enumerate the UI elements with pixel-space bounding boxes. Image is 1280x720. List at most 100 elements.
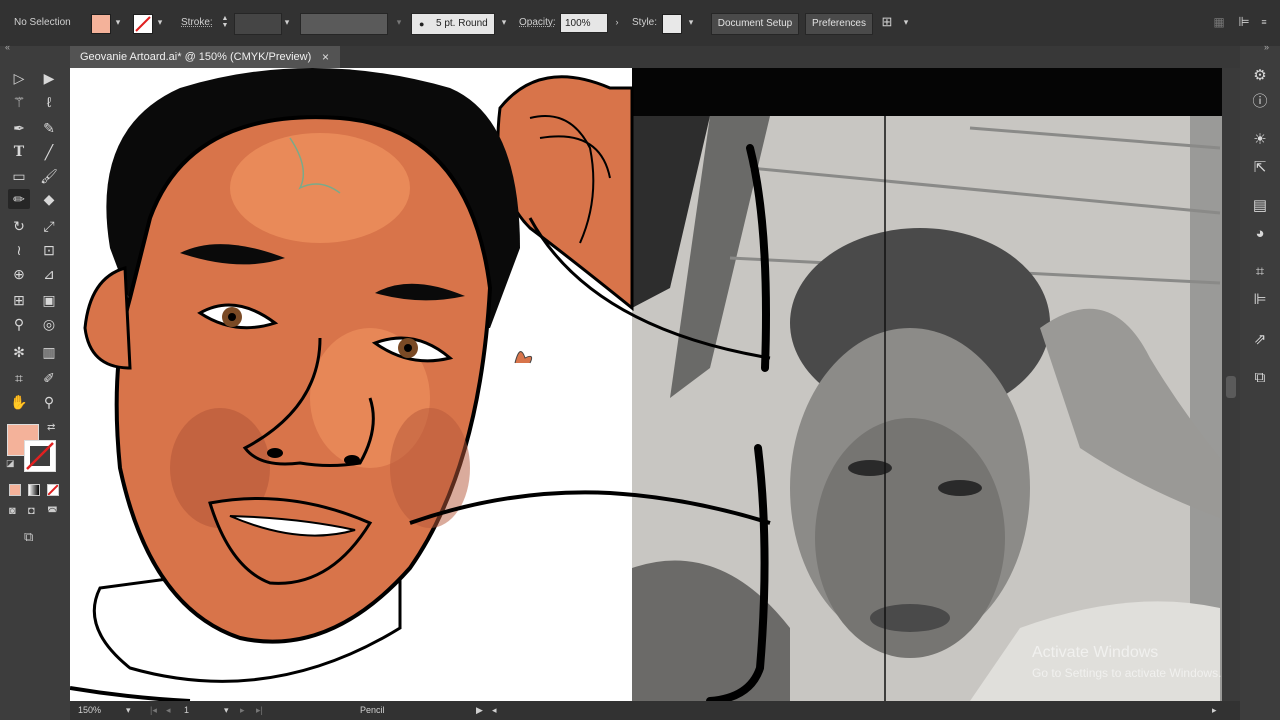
rotate-tool-icon[interactable]: ↻ (8, 216, 30, 236)
paintbrush-tool-icon[interactable]: 🖌 (38, 166, 60, 186)
properties-icon[interactable]: ⚙ (1250, 66, 1270, 86)
eraser-tool-icon[interactable]: ◆ (38, 189, 60, 209)
arrange-documents-icon[interactable]: ⊞ (881, 15, 893, 29)
draw-behind-icon[interactable]: ◘ (28, 505, 35, 517)
gradient-mode-icon[interactable] (28, 484, 40, 496)
opacity-caret[interactable]: › (611, 15, 623, 29)
export-icon[interactable]: ⇱ (1250, 158, 1270, 178)
artboard-tool-icon[interactable]: ⌗ (8, 368, 30, 388)
document-setup-button[interactable]: Document Setup (711, 13, 799, 35)
tools-panel: « ▷ ▶ ⚚ ℓ ✒ ✎ T ╱ ▭ 🖌 ✏ ◆ ↻ ⤢ ≀ ⊡ ⊕ ⊿ ⊞ … (0, 42, 70, 720)
perspective-grid-tool-icon[interactable]: ⊿ (38, 264, 60, 284)
screen-mode-icon[interactable]: ⧉ (24, 529, 33, 545)
variable-width-profile[interactable] (300, 13, 388, 35)
brush-dot-icon: ● (419, 19, 425, 29)
activation-watermark-subtitle: Go to Settings to activate Windows. (1032, 666, 1222, 680)
vertical-scrollbar[interactable] (1222, 68, 1240, 701)
scrollbar-thumb[interactable] (1226, 376, 1236, 398)
close-tab-icon[interactable]: × (322, 46, 329, 68)
stroke-weight-stepper[interactable]: ▲ ▼ (219, 15, 231, 29)
artboard-number[interactable]: 1 (184, 705, 189, 715)
rectangle-tool-icon[interactable]: ▭ (8, 166, 30, 186)
blend-tool-icon[interactable]: ◎ (38, 314, 60, 334)
stroke-dropdown-caret[interactable]: ▾ (154, 15, 166, 29)
magic-wand-tool-icon[interactable]: ⚚ (8, 92, 30, 112)
status-bar: 150% ▾ |◂ ◂ 1 ▾ ▸ ▸| Pencil ▶ ◂ ▸ (70, 701, 1240, 720)
hand-tool-icon[interactable]: ✋ (8, 392, 30, 412)
opacity-field[interactable]: 100% (560, 13, 608, 33)
shape-builder-tool-icon[interactable]: ⊕ (8, 264, 30, 284)
links-icon[interactable]: ⇗ (1250, 330, 1270, 350)
eyedropper-tool-icon[interactable]: ⚲ (8, 314, 30, 334)
brush-caret[interactable]: ▾ (498, 15, 510, 29)
previous-artboard-icon[interactable]: ◂ (166, 705, 171, 716)
transparency-icon[interactable]: ▤ (1250, 196, 1270, 216)
zoom-tool-icon[interactable]: ⚲ (38, 392, 60, 412)
preferences-button[interactable]: Preferences (805, 13, 873, 35)
graphic-style-swatch[interactable] (662, 14, 682, 34)
brush-definition[interactable]: ● 5 pt. Round (411, 13, 495, 35)
stroke-weight-field[interactable] (234, 13, 282, 35)
draw-inside-icon[interactable]: ◚ (47, 505, 58, 518)
horizontal-scroll-right[interactable]: ▸ (1212, 705, 1217, 716)
mesh-tool-icon[interactable]: ⊞ (8, 290, 30, 310)
first-artboard-icon[interactable]: |◂ (150, 705, 157, 716)
scale-tool-icon[interactable]: ⤢ (38, 216, 60, 236)
none-mode-icon[interactable] (47, 484, 59, 496)
appearance-icon[interactable]: ☀ (1250, 130, 1270, 150)
expand-panels-icon[interactable]: » (1264, 42, 1269, 52)
color-mode-icon[interactable] (9, 484, 21, 496)
artboard-canvas[interactable] (70, 68, 1222, 701)
last-artboard-icon[interactable]: ▸| (256, 705, 263, 716)
panel-options-icon[interactable]: ▦ (1213, 15, 1225, 29)
style-label: Style: (632, 17, 658, 28)
pen-tool-icon[interactable]: ✒ (8, 118, 30, 138)
zoom-dropdown-caret[interactable]: ▾ (126, 705, 131, 716)
draw-normal-icon[interactable]: ◙ (9, 505, 16, 517)
reference-photo (632, 68, 1222, 701)
style-caret[interactable]: ▾ (685, 15, 697, 29)
gradient-tool-icon[interactable]: ▣ (38, 290, 60, 310)
fill-swatch[interactable] (91, 14, 111, 34)
direct-selection-tool-icon[interactable]: ▶ (38, 68, 60, 88)
fill-dropdown-caret[interactable]: ▾ (112, 15, 124, 29)
stroke-weight-caret[interactable]: ▾ (281, 15, 293, 29)
document-tab[interactable]: Geovanie Artoard.ai* @ 150% (CMYK/Previe… (70, 46, 340, 68)
control-bar: No Selection ▾ ▾ Stroke: ▲ ▼ ▾ ▾ ● 5 pt. … (0, 0, 1280, 46)
line-tool-icon[interactable]: ╱ (38, 142, 60, 162)
default-fill-stroke-icon[interactable]: ◪ (6, 458, 15, 469)
type-tool-icon[interactable]: T (8, 142, 30, 162)
swap-fill-stroke-icon[interactable]: ⇄ (47, 422, 55, 433)
lasso-tool-icon[interactable]: ℓ (38, 92, 60, 112)
free-transform-tool-icon[interactable]: ⊡ (38, 240, 60, 260)
width-tool-icon[interactable]: ≀ (8, 240, 30, 260)
opacity-label[interactable]: Opacity: (519, 17, 556, 28)
curvature-tool-icon[interactable]: ✎ (38, 118, 60, 138)
next-artboard-icon[interactable]: ▸ (240, 705, 245, 716)
color-icon[interactable]: ◕ (1250, 224, 1270, 244)
artboard-dropdown-caret[interactable]: ▾ (224, 705, 229, 716)
align-panel-icon[interactable]: ⊫ (1238, 15, 1250, 29)
panel-dock: » ⚙ ⓘ ☀ ⇱ ▤ ◕ ⌗ ⊫ ⇗ ⧉ (1240, 42, 1280, 720)
column-graph-tool-icon[interactable]: ▥ (38, 342, 60, 362)
stroke-color-box[interactable] (24, 440, 56, 472)
slice-tool-icon[interactable]: ✐ (38, 368, 60, 388)
align-icon[interactable]: ⌗ (1250, 262, 1270, 282)
info-icon[interactable]: ⓘ (1250, 92, 1270, 112)
symbol-sprayer-tool-icon[interactable]: ✻ (8, 342, 30, 362)
status-menu-arrow[interactable]: ▶ (476, 705, 483, 716)
collapse-toolbar-icon[interactable]: « (5, 42, 10, 52)
stroke-swatch[interactable] (133, 14, 153, 34)
zoom-level[interactable]: 150% (78, 705, 101, 715)
profile-caret[interactable]: ▾ (393, 15, 405, 29)
arrange-caret[interactable]: ▾ (900, 15, 912, 29)
transform-icon[interactable]: ⊫ (1250, 290, 1270, 310)
horizontal-scroll-left[interactable]: ◂ (492, 705, 497, 716)
layers-icon[interactable]: ⧉ (1250, 368, 1270, 388)
stroke-label[interactable]: Stroke: (181, 17, 213, 28)
pencil-tool-icon[interactable]: ✏ (8, 189, 30, 209)
panel-menu-icon[interactable]: ≡ (1258, 15, 1270, 29)
selection-tool-icon[interactable]: ▷ (8, 68, 30, 88)
no-stroke-icon (26, 442, 54, 470)
no-stroke-icon (135, 16, 151, 32)
